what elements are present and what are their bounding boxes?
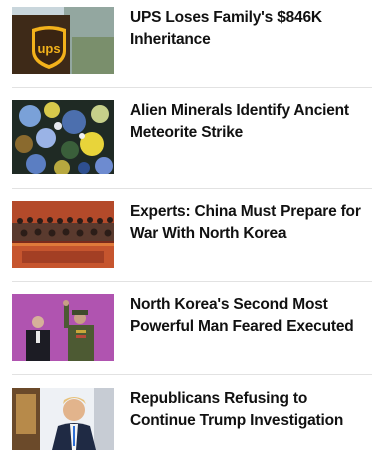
news-thumbnail[interactable] (12, 388, 114, 450)
news-thumbnail[interactable] (12, 100, 114, 174)
news-item[interactable]: North Korea's Second Most Powerful Man F… (12, 294, 372, 361)
headline[interactable]: UPS Loses Family's $846K Inheritance (130, 7, 370, 51)
news-item[interactable]: Alien Minerals Identify Ancient Meteorit… (12, 100, 372, 174)
news-item[interactable]: ups UPS Loses Family's $846K Inheritance (12, 7, 372, 74)
officials-image (12, 294, 114, 361)
divider (12, 188, 372, 189)
assembly-hall-image (12, 201, 114, 268)
portrait-image (12, 388, 114, 450)
news-thumbnail[interactable] (12, 201, 114, 268)
headline[interactable]: Experts: China Must Prepare for War With… (130, 201, 370, 245)
ups-logo-image: ups (12, 7, 114, 74)
news-item[interactable]: Experts: China Must Prepare for War With… (12, 201, 372, 268)
news-thumbnail[interactable]: ups (12, 7, 114, 74)
divider (12, 281, 372, 282)
headline[interactable]: Republicans Refusing to Continue Trump I… (130, 388, 370, 432)
svg-text:ups: ups (37, 41, 60, 56)
mineral-image (12, 100, 114, 174)
headline[interactable]: Alien Minerals Identify Ancient Meteorit… (130, 100, 370, 144)
news-item[interactable]: Republicans Refusing to Continue Trump I… (12, 388, 372, 450)
divider (12, 374, 372, 375)
divider (12, 87, 372, 88)
headline[interactable]: North Korea's Second Most Powerful Man F… (130, 294, 370, 338)
news-thumbnail[interactable] (12, 294, 114, 361)
